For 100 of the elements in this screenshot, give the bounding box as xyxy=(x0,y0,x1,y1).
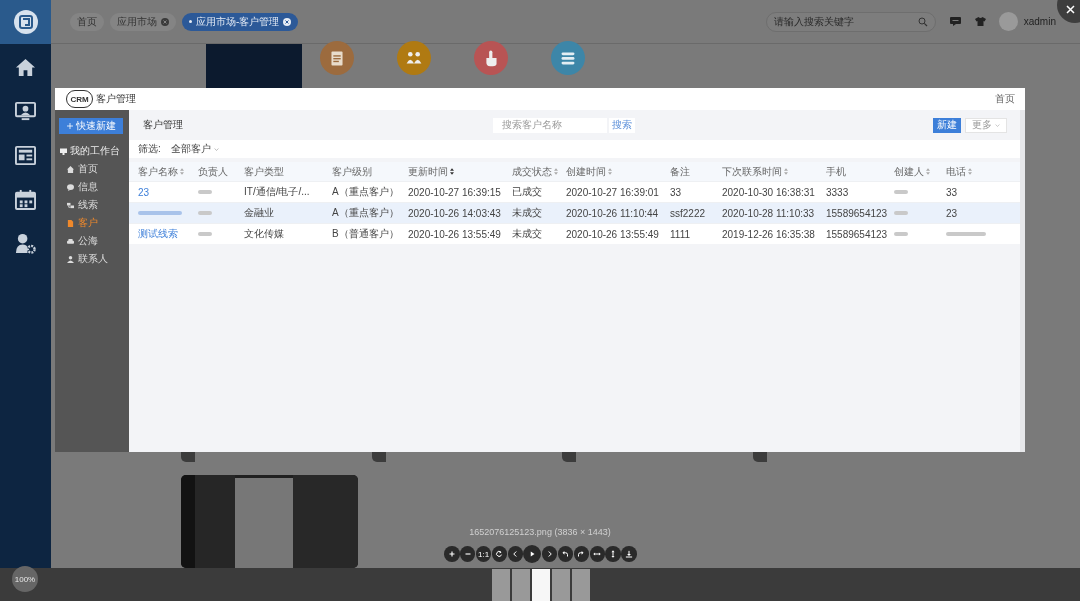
table-cell: 23 xyxy=(946,207,958,219)
file-name: 1652076125123.png (3836 × 1443) xyxy=(468,527,612,537)
shirt-icon[interactable] xyxy=(974,16,986,27)
chat-icon[interactable] xyxy=(67,183,74,191)
scrollbar[interactable] xyxy=(1020,110,1025,452)
actual-size-button[interactable]: 1:1 xyxy=(475,546,492,562)
newspaper-icon[interactable] xyxy=(15,145,36,166)
table-cell: 2020-10-30 16:38:31 xyxy=(722,186,815,198)
thumbnail[interactable] xyxy=(491,569,510,601)
table-cell: A（重点客户） xyxy=(332,207,399,218)
document-icon[interactable] xyxy=(67,219,74,227)
search-button[interactable]: 搜索 xyxy=(609,117,635,133)
user-name[interactable]: xadmin xyxy=(1023,16,1056,27)
table-row[interactable]: 测试线索 文化传媒 B（普通客户） 2020-10-26 13:55:49 未成交 2020-10-26 13:55:49 1111 2019-12-26 16:35:38 15589654123 xyxy=(129,223,1020,244)
thumbnail[interactable] xyxy=(531,569,550,601)
table-cell: 33 xyxy=(670,186,682,198)
search-field[interactable]: 搜索客户名称 xyxy=(493,117,607,133)
table-cell: 1111 xyxy=(670,228,691,240)
column-header: 备注 xyxy=(670,164,690,179)
nav-label[interactable]: 线索 xyxy=(78,198,98,212)
table-cell: 2020-10-28 11:10:33 xyxy=(722,207,815,219)
nav-label[interactable]: 首页 xyxy=(78,162,98,176)
table-cell: 未成交 xyxy=(512,207,542,218)
sort-icon[interactable] xyxy=(450,168,454,175)
user-gear-icon[interactable] xyxy=(15,233,36,254)
nav-label[interactable]: 信息 xyxy=(78,180,98,194)
thumbnail[interactable] xyxy=(571,569,590,601)
nav-label[interactable]: 联系人 xyxy=(78,252,108,266)
quick-create-button[interactable]: 快速新建 xyxy=(59,118,123,134)
column-header[interactable]: 下次联系时间 xyxy=(722,164,788,179)
table-cell: 2020-10-26 13:55:49 xyxy=(408,228,501,240)
tab[interactable]: 应用市场 xyxy=(110,12,176,31)
table-cell: 金融业 xyxy=(244,207,274,218)
chat-icon[interactable] xyxy=(949,16,961,27)
search-icon[interactable] xyxy=(917,16,928,27)
table-cell: ssf2222 xyxy=(670,207,706,219)
column-header: 手机 xyxy=(826,164,846,179)
table-cell: 2020-10-26 14:03:43 xyxy=(408,207,501,219)
column-header[interactable]: 创建时间 xyxy=(566,164,612,179)
calendar-icon[interactable] xyxy=(15,189,36,210)
table-cell: 2020-10-26 13:55:49 xyxy=(566,228,659,240)
table-cell: 15589654123 xyxy=(826,228,888,240)
plus-icon[interactable] xyxy=(66,123,73,129)
tab[interactable]: 应用市场-客户管理 xyxy=(182,12,299,31)
app-title: 客户管理 xyxy=(96,92,136,106)
nav-label[interactable]: 客户 xyxy=(78,216,98,230)
table-cell: 文化传媒 xyxy=(244,228,284,239)
thumbnail[interactable] xyxy=(551,569,570,601)
people-icon[interactable] xyxy=(397,41,431,75)
column-header[interactable]: 更新时间 xyxy=(408,164,454,179)
person-icon[interactable] xyxy=(67,255,74,263)
table-cell: 33 xyxy=(946,186,958,198)
monitor-person-icon[interactable] xyxy=(15,101,36,122)
table-cell: 2020-10-26 11:10:44 xyxy=(566,207,659,219)
table-cell: IT/通信/电子/... xyxy=(244,186,310,197)
play-button[interactable] xyxy=(523,545,542,563)
customer-link[interactable]: 测试线索 xyxy=(138,228,178,239)
table-row[interactable]: 金融业 A（重点客户） 2020-10-26 14:03:43 未成交 2020-10-26 11:10:44 ssf2222 2020-10-28 11:10:33 15589654123 23 xyxy=(129,202,1020,223)
column-header[interactable]: 成交状态 xyxy=(512,164,558,179)
filter-label: 筛选: xyxy=(138,142,161,156)
flow-icon[interactable] xyxy=(67,201,74,209)
table-cell: 2020-10-27 16:39:01 xyxy=(566,186,659,198)
list-icon[interactable] xyxy=(551,41,585,75)
new-button[interactable]: 新建 xyxy=(933,117,961,133)
tab[interactable]: 首页 xyxy=(70,12,104,31)
column-header[interactable]: 创建人 xyxy=(894,164,930,179)
table-cell: 2020-10-27 16:39:15 xyxy=(408,186,501,198)
preview-thumbnail[interactable] xyxy=(181,475,358,568)
page-title: 客户管理 xyxy=(143,118,184,132)
logo[interactable] xyxy=(0,0,51,44)
more-dropdown[interactable]: 更多 xyxy=(965,117,1007,133)
nav-item[interactable]: 信息 xyxy=(55,178,129,196)
table-cell: 15589654123 xyxy=(826,207,888,219)
thumbnail[interactable] xyxy=(511,569,530,601)
column-header[interactable]: 电话 xyxy=(946,164,972,179)
table-cell: B（普通客户） xyxy=(332,228,399,239)
filter-dropdown[interactable]: 全部客户 xyxy=(170,142,211,156)
nav-item[interactable]: 首页 xyxy=(55,160,129,178)
close-icon[interactable] xyxy=(283,17,292,26)
table-cell: 2019-12-26 16:35:38 xyxy=(722,228,815,240)
car-icon[interactable] xyxy=(67,237,74,245)
table-cell: 3333 xyxy=(826,186,849,198)
close-icon[interactable] xyxy=(1066,5,1075,14)
customer-link[interactable]: 23 xyxy=(138,186,150,198)
hand-pointer-icon[interactable] xyxy=(474,41,508,75)
column-header[interactable]: 客户名称 xyxy=(138,164,184,179)
nav-item[interactable]: 公海 xyxy=(55,232,129,250)
nav-item[interactable]: 线索 xyxy=(55,196,129,214)
table-cell: 已成交 xyxy=(512,186,542,197)
home-link[interactable]: 首页 xyxy=(995,92,1015,106)
home-icon[interactable] xyxy=(15,57,36,78)
search-field[interactable]: 请输入搜索关键字 xyxy=(765,11,936,32)
nav-label[interactable]: 公海 xyxy=(78,234,98,248)
notepad-icon[interactable] xyxy=(320,41,354,75)
monitor-icon xyxy=(60,147,67,155)
table-cell: 未成交 xyxy=(512,228,542,239)
home-icon[interactable] xyxy=(67,165,74,173)
column-header: 客户类型 xyxy=(244,164,284,179)
nav-item[interactable]: 联系人 xyxy=(55,250,129,268)
nav-item[interactable]: 客户 xyxy=(55,214,129,232)
